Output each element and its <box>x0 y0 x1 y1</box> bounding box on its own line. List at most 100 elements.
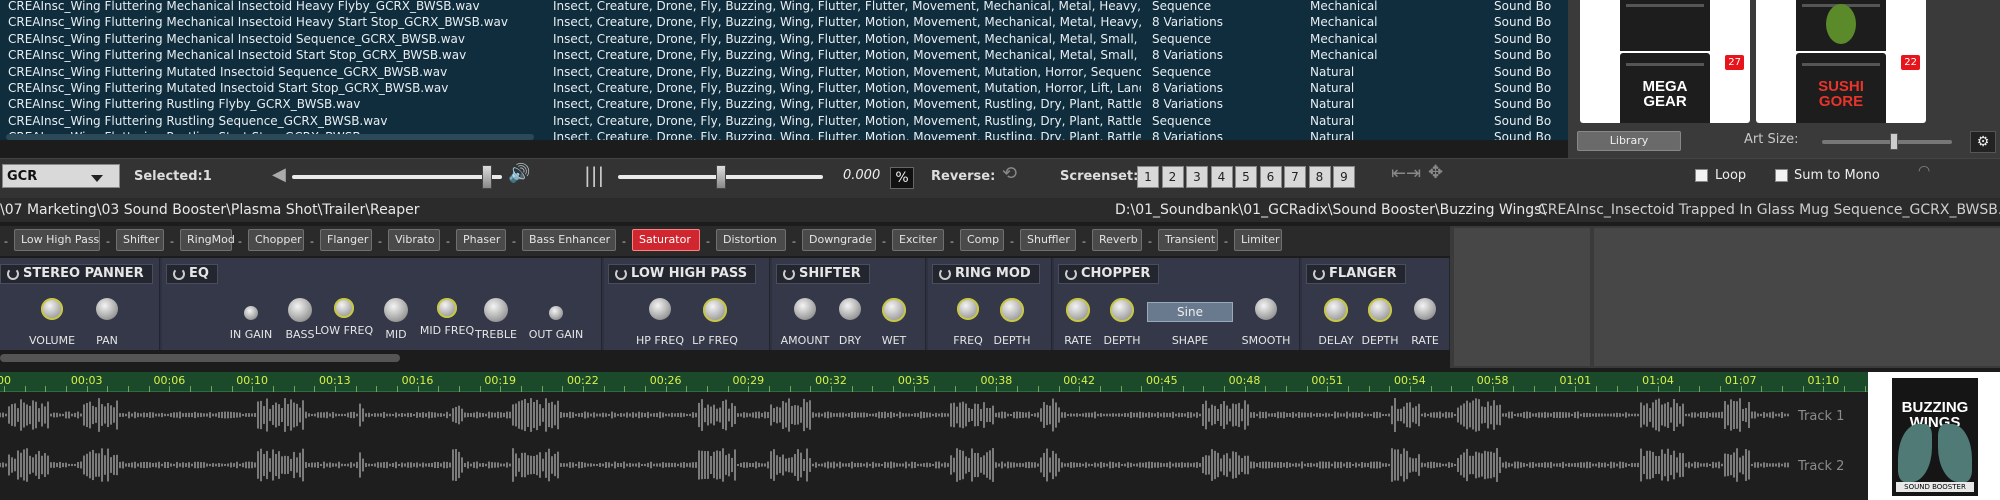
fx-chip-limiter[interactable]: Limiter <box>1234 229 1282 251</box>
knob[interactable] <box>484 298 508 322</box>
panel-title[interactable]: SHIFTER <box>776 264 870 284</box>
list-item[interactable]: CREAInsc_Wing Fluttering Rustling Flyby_… <box>0 96 1568 112</box>
fx-chip-ringmod[interactable]: RingMod <box>180 229 235 251</box>
knob[interactable] <box>649 298 671 320</box>
knob[interactable] <box>437 298 457 318</box>
knob[interactable] <box>1324 298 1348 322</box>
screenset-button-7[interactable]: 7 <box>1284 166 1306 188</box>
power-icon[interactable] <box>1065 268 1077 280</box>
knob[interactable] <box>1368 298 1392 322</box>
knob[interactable] <box>288 298 312 322</box>
screenset-button-4[interactable]: 4 <box>1210 166 1233 188</box>
fx-chip-flanger[interactable]: Flanger <box>320 229 372 251</box>
screenset-button-5[interactable]: 5 <box>1235 166 1257 188</box>
knob[interactable] <box>1110 298 1134 322</box>
library-select[interactable]: GCR <box>2 164 120 188</box>
fit-width-icon[interactable]: ⇤⇥ <box>1391 163 1421 184</box>
pitch-slider-thumb[interactable] <box>715 165 726 189</box>
knob[interactable] <box>244 306 258 320</box>
panel-title[interactable]: LOW HIGH PASS <box>608 264 757 284</box>
panel-title[interactable]: EQ <box>166 264 218 284</box>
fx-chip-shuffler[interactable]: Shuffler <box>1020 229 1076 251</box>
knob[interactable] <box>334 298 354 318</box>
power-icon[interactable] <box>173 268 185 280</box>
panel-title[interactable]: RING MOD <box>932 264 1040 284</box>
list-item[interactable]: CREAInsc_Wing Fluttering Mechanical Inse… <box>0 14 1568 30</box>
knob[interactable] <box>957 298 979 320</box>
fx-chip-transient[interactable]: Transient <box>1158 229 1218 251</box>
chopper-shape-select[interactable]: Sine <box>1147 302 1233 322</box>
panel-title[interactable]: CHOPPER <box>1058 264 1160 284</box>
knob[interactable] <box>703 298 727 322</box>
volume-slider-thumb[interactable] <box>481 165 492 189</box>
track-2-waveform[interactable] <box>0 448 1800 482</box>
knob[interactable] <box>549 306 563 320</box>
library-cover-3[interactable]: MEGA GEAR 27 <box>1580 51 1750 123</box>
list-item[interactable]: CREAInsc_Wing Fluttering Mechanical Inse… <box>0 31 1568 47</box>
piano-icon[interactable]: ||| <box>584 163 604 187</box>
knob[interactable] <box>1000 298 1024 322</box>
library-cover-4[interactable]: SUSHI GORE 22 <box>1756 51 1926 123</box>
project-path[interactable]: \07 Marketing\03 Sound Booster\Plasma Sh… <box>0 202 420 218</box>
fx-chip-comp[interactable]: Comp <box>960 229 1004 251</box>
gear-icon[interactable]: ⚙ <box>1970 131 1996 153</box>
volume-slider[interactable] <box>292 175 502 179</box>
screenset-button-9[interactable]: 9 <box>1333 166 1355 188</box>
power-icon[interactable] <box>939 268 951 280</box>
screenset-button-2[interactable]: 2 <box>1161 166 1184 188</box>
power-icon[interactable] <box>7 268 19 280</box>
knob[interactable] <box>882 298 906 322</box>
knob[interactable] <box>1066 298 1090 322</box>
knob[interactable] <box>41 298 63 320</box>
sum-to-mono-checkbox[interactable] <box>1775 169 1788 182</box>
track-area[interactable]: Track 1 Track 2 <box>0 392 1868 500</box>
file-list-scrollbar[interactable] <box>6 134 534 140</box>
file-list[interactable]: CREAInsc_Wing Fluttering Mechanical Inse… <box>0 0 1568 140</box>
tab-library[interactable]: Library <box>1577 131 1681 151</box>
knob[interactable] <box>1414 298 1436 320</box>
fx-chip-shifter[interactable]: Shifter <box>116 229 164 251</box>
move-icon[interactable]: ✥ <box>1428 162 1443 183</box>
list-item[interactable]: CREAInsc_Wing Fluttering Rustling Sequen… <box>0 113 1568 129</box>
list-item[interactable]: CREAInsc_Wing Fluttering Mechanical Inse… <box>0 0 1568 14</box>
power-icon[interactable] <box>1313 268 1325 280</box>
fx-chip-saturator[interactable]: Saturator <box>632 229 700 251</box>
knob[interactable] <box>839 298 861 320</box>
power-icon[interactable] <box>615 268 627 280</box>
timeline-ruler[interactable]: 00 00:03 00:06 00:10 00:13 00:16 00:19 00:22 00:… <box>0 372 1887 392</box>
knob[interactable] <box>1255 298 1277 320</box>
screenset-button-6[interactable]: 6 <box>1259 166 1282 188</box>
screenset-button-8[interactable]: 8 <box>1308 166 1331 188</box>
knob[interactable] <box>96 298 118 320</box>
file-path-name[interactable]: CREAInsc_Insectoid Trapped In Glass Mug … <box>1538 202 2000 218</box>
fx-chip-bass-enhancer[interactable]: Bass Enhancer <box>522 229 616 251</box>
panel-title[interactable]: STEREO PANNER <box>0 264 153 284</box>
fx-chip-reverb[interactable]: Reverb <box>1092 229 1142 251</box>
screenset-button-3[interactable]: 3 <box>1186 166 1208 188</box>
fx-scrollbar[interactable] <box>0 354 400 362</box>
fx-chip-low-high-pass[interactable]: Low High Pass <box>14 229 100 251</box>
loop-checkbox[interactable] <box>1695 169 1708 182</box>
speaker-icon[interactable]: 🔊 <box>508 163 530 184</box>
list-item[interactable]: CREAInsc_Wing Fluttering Mutated Insecto… <box>0 80 1568 96</box>
headphones-icon[interactable]: ◠ <box>1918 163 1930 179</box>
art-size-slider[interactable] <box>1822 140 1952 144</box>
knob[interactable] <box>794 298 816 320</box>
fx-chip-phaser[interactable]: Phaser <box>456 229 506 251</box>
percent-button[interactable]: % <box>890 167 914 189</box>
screenset-button-1[interactable]: 1 <box>1137 166 1159 188</box>
power-icon[interactable] <box>783 268 795 280</box>
knob[interactable] <box>384 298 408 322</box>
fx-chip-distortion[interactable]: Distortion <box>716 229 786 251</box>
panel-title[interactable]: FLANGER <box>1306 264 1406 284</box>
reverse-icon[interactable]: ⟲ <box>1002 163 1017 184</box>
art-size-thumb[interactable] <box>1890 133 1898 150</box>
fx-chip-vibrato[interactable]: Vibrato <box>388 229 440 251</box>
track-1-waveform[interactable] <box>0 398 1800 432</box>
fx-chip-chopper[interactable]: Chopper <box>248 229 304 251</box>
fx-chip-exciter[interactable]: Exciter <box>892 229 944 251</box>
speaker-mute-icon[interactable]: ◀ <box>272 164 286 185</box>
list-item[interactable]: CREAInsc_Wing Fluttering Mechanical Inse… <box>0 47 1568 63</box>
list-item[interactable]: CREAInsc_Wing Fluttering Mutated Insecto… <box>0 64 1568 80</box>
file-path-dir[interactable]: D:\01_Soundbank\01_GCRadix\Sound Booster… <box>1115 202 1546 218</box>
